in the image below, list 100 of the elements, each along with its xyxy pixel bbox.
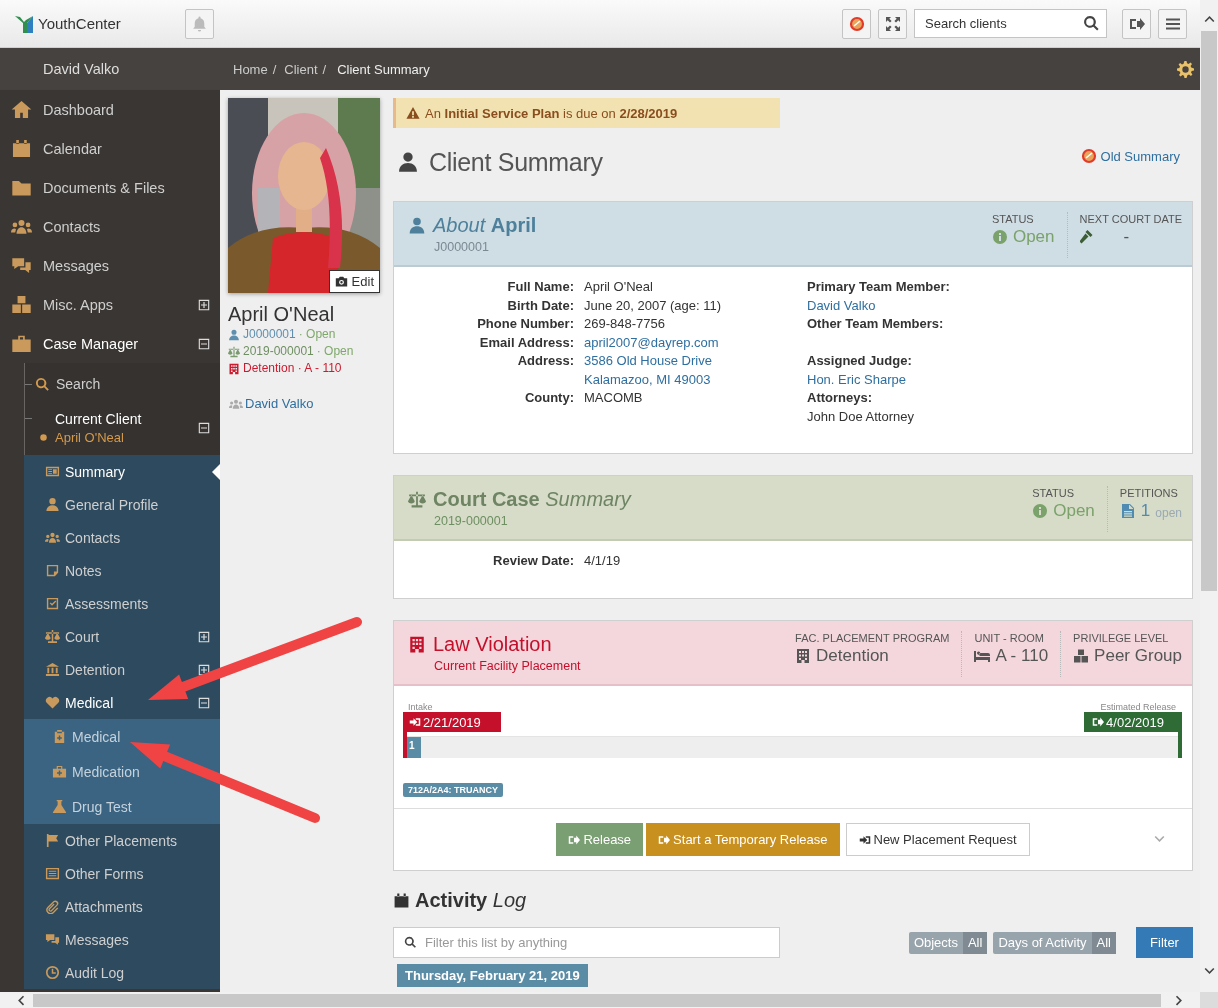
user-icon xyxy=(408,215,426,235)
sidebar-item[interactable]: Attachments xyxy=(24,890,220,923)
cubes-icon xyxy=(11,294,32,315)
field-link[interactable]: David Valko xyxy=(807,296,1192,315)
panel-subtitle: Current Facility Placement xyxy=(434,659,581,673)
field-link[interactable]: Hon. Eric Sharpe xyxy=(807,370,1192,389)
collapse-icon[interactable] xyxy=(198,422,210,434)
field-link[interactable]: april2007@dayrep.com xyxy=(584,333,807,352)
brand-name: YouthCenter xyxy=(38,15,121,32)
scrollbar[interactable] xyxy=(1200,0,1218,992)
day-header: Thursday, February 21, 2019 xyxy=(397,964,588,987)
breadcrumb-item[interactable]: Client xyxy=(284,61,318,77)
camera-icon xyxy=(334,275,348,288)
stat-label: STATUS xyxy=(991,213,1035,225)
timeline-label: Intake xyxy=(408,702,433,712)
filter-button[interactable]: Filter xyxy=(1136,927,1193,958)
warning-icon xyxy=(406,106,420,120)
case-number[interactable]: 2019-000001 xyxy=(243,343,314,360)
flag-icon xyxy=(45,833,60,848)
logout-button[interactable] xyxy=(1122,8,1151,39)
case-number[interactable]: J0000001 xyxy=(243,326,296,343)
sidebar-item[interactable]: Calendar xyxy=(0,129,220,168)
sidebar-item[interactable]: Detention xyxy=(24,653,220,686)
sidebar-item[interactable]: Other Forms xyxy=(24,857,220,890)
search-icon xyxy=(404,936,417,949)
medkit-icon xyxy=(52,764,67,779)
field-link[interactable]: Kalamazoo, MI 49003 xyxy=(584,370,807,389)
collapse-icon[interactable] xyxy=(198,337,210,350)
sidebar-item[interactable]: Misc. Apps xyxy=(0,285,220,324)
chat-icon xyxy=(45,932,60,947)
old-version-button[interactable] xyxy=(842,8,871,39)
sidebar-item[interactable]: Summary xyxy=(24,455,220,488)
scale-icon xyxy=(228,345,240,358)
edit-photo-button[interactable]: Edit xyxy=(328,270,380,293)
stat-note: open xyxy=(1155,505,1182,520)
bell-icon xyxy=(191,15,208,32)
stat-value: Peer Group xyxy=(1094,646,1182,666)
field-label: Review Date: xyxy=(492,552,574,570)
sidebar-item[interactable]: Search xyxy=(25,367,220,401)
chat-icon xyxy=(11,255,32,276)
sidebar-item[interactable]: Assessments xyxy=(24,587,220,620)
action-button[interactable]: New Placement Request xyxy=(845,823,1030,856)
settings-icon[interactable] xyxy=(1177,60,1194,78)
stat-value: Detention xyxy=(816,646,889,666)
expand-icon[interactable] xyxy=(198,663,210,676)
sidebar-item[interactable]: Medical xyxy=(24,719,220,754)
building-icon xyxy=(795,648,812,664)
sidebar-item[interactable]: Dashboard xyxy=(0,90,220,129)
section-title: Activity Log xyxy=(415,888,527,912)
filter-field[interactable]: Filter this list by anything xyxy=(393,927,780,958)
sidebar-item[interactable]: Medication xyxy=(24,754,220,789)
sidebar-item[interactable]: Drug Test xyxy=(24,789,220,824)
sidebar-item[interactable]: Messages xyxy=(0,246,220,285)
field-label: Full Name: xyxy=(506,278,574,296)
sidebar-item[interactable]: Notes xyxy=(24,554,220,587)
info-icon xyxy=(1032,503,1049,519)
sidebar-item[interactable]: Case Manager xyxy=(0,324,220,363)
filter-chip[interactable]: Days of Activity All xyxy=(993,931,1116,954)
sidebar-item[interactable]: Audit Log xyxy=(24,956,220,989)
field-value: MACOMB xyxy=(584,389,644,407)
field-label: Primary Team Member: xyxy=(807,278,951,296)
stat-value: - xyxy=(1123,227,1130,247)
login-icon xyxy=(858,833,871,846)
field-label: Email Address: xyxy=(478,333,574,352)
sidebar-item[interactable]: Current Client April O'Neal xyxy=(25,401,220,455)
search-icon xyxy=(1083,15,1100,32)
team-member-link[interactable]: David Valko xyxy=(245,396,314,411)
sidebar-item[interactable]: Other Placements xyxy=(24,824,220,857)
expand-icon xyxy=(884,15,901,32)
scrollbar-thumb[interactable] xyxy=(1201,31,1217,591)
scrollbar[interactable] xyxy=(0,992,1200,1008)
logout-icon xyxy=(658,833,671,846)
sidebar-item[interactable]: Contacts xyxy=(24,521,220,554)
client-name: April O'Neal xyxy=(228,302,336,326)
logo-icon xyxy=(14,13,34,34)
old-summary-link[interactable]: Old Summary xyxy=(1080,148,1180,164)
field-link[interactable]: 3586 Old House Drive xyxy=(584,352,807,371)
expand-icon[interactable] xyxy=(198,298,210,311)
sidebar-item[interactable]: Medical xyxy=(24,686,220,719)
collapse-icon[interactable] xyxy=(198,696,210,709)
sidebar-item[interactable]: Messages xyxy=(24,923,220,956)
ring-icon xyxy=(1080,148,1097,164)
scrollbar-thumb[interactable] xyxy=(33,993,1161,1007)
expand-icon[interactable] xyxy=(198,630,210,643)
menu-button[interactable] xyxy=(1158,8,1187,39)
search-field[interactable]: Search clients xyxy=(914,9,1107,38)
fullscreen-button[interactable] xyxy=(878,8,907,39)
sidebar-item[interactable]: Court xyxy=(24,620,220,653)
placement-text: Detention · A - 110 xyxy=(243,360,342,377)
sidebar-item[interactable]: Documents & Files xyxy=(0,168,220,207)
field-label: Phone Number: xyxy=(476,315,574,333)
sidebar-item[interactable]: General Profile xyxy=(24,488,220,521)
breadcrumb-item[interactable]: Home xyxy=(233,61,268,77)
panel-title: Law Violation xyxy=(433,632,552,657)
user-name: David Valko xyxy=(43,60,120,77)
sidebar-item[interactable]: Contacts xyxy=(0,207,220,246)
users-icon xyxy=(45,530,60,545)
case-status: · Open xyxy=(298,326,336,343)
filter-chip[interactable]: Objects All xyxy=(908,931,988,954)
field-label: Other Team Members: xyxy=(807,315,945,333)
